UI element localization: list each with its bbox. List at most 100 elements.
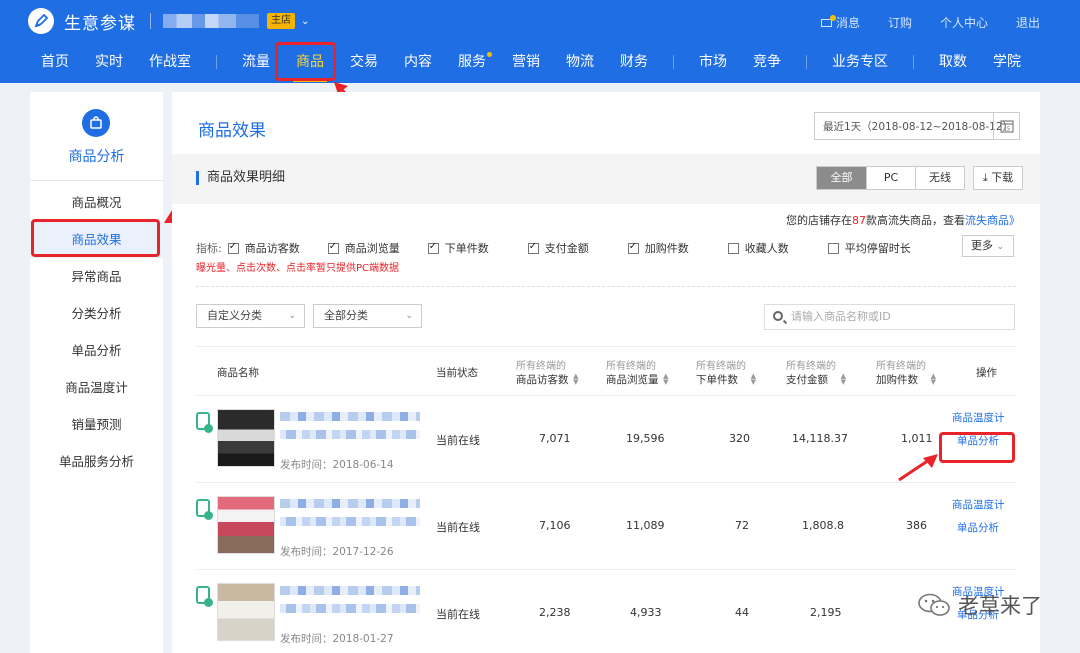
col-views[interactable]: 所有终端的 商品浏览量 ▲ ▼ [606,347,669,397]
col-sub-label: 所有终端的 [786,361,836,372]
product-thumbnail[interactable] [217,583,275,641]
visitors-cell: 7,071 [539,432,571,445]
col-visitors[interactable]: 所有终端的 商品访客数 ▲ ▼ [516,347,579,397]
metric-orders[interactable]: 下单件数 [427,240,528,256]
nav-business-zone[interactable]: 业务专区 [819,50,901,74]
calendar-icon[interactable]: 15 [993,113,1019,139]
date-range-picker[interactable]: 最近1天（2018-08-12~2018-08-12） 15 [814,112,1020,140]
nav-realtime[interactable]: 实时 [82,50,136,74]
col-orders[interactable]: 所有终端的 下单件数 ▲ ▼ [696,347,756,397]
lost-product-count: 87 [852,214,866,227]
col-operations-label: 操作 [976,366,997,379]
product-title-blurred[interactable] [280,499,420,508]
account-link[interactable]: 个人中心 [940,14,988,31]
product-title-blurred[interactable] [280,517,420,526]
sort-icon[interactable]: ▲ ▼ [931,373,936,386]
single-analysis-link[interactable]: 单品分析 [957,520,999,535]
carts-cell: 1,011 [901,432,933,445]
nav-service-label: 服务 [458,54,486,70]
sidebar-item-single-product[interactable]: 单品分析 [30,332,163,369]
terminal-all[interactable]: 全部 [817,167,866,189]
views-cell: 4,933 [630,606,662,619]
metric-avg-stay[interactable]: 平均停留时长 [827,240,928,256]
brand[interactable]: 生意参谋 主店 ⌄ [28,8,309,34]
product-title-blurred[interactable] [280,412,420,421]
shop-badge: 主店 [267,13,295,29]
thermometer-link[interactable]: 商品温度计 [952,497,1005,512]
more-metrics-button[interactable]: 更多 ⌄ [962,235,1014,257]
nav-war-room[interactable]: 作战室 [136,50,204,74]
main-panel: 商品效果 最近1天（2018-08-12~2018-08-12） 15 商品效果… [172,92,1040,653]
metric-visitors[interactable]: 商品访客数 [227,240,328,256]
all-category-select[interactable]: 全部分类 ⌄ [313,304,422,328]
nav-service[interactable]: 服务 [445,50,499,74]
nav-finance[interactable]: 财务 [607,50,661,74]
nav-trade[interactable]: 交易 [337,50,391,74]
product-search-input[interactable]: 请输入商品名称或ID [764,304,1015,330]
metric-favorites[interactable]: 收藏人数 [727,240,828,256]
nav-market[interactable]: 市场 [686,50,740,74]
sidebar-item-abnormal[interactable]: 异常商品 [30,258,163,295]
product-title-blurred[interactable] [280,430,420,439]
table-row: 发布时间：2017-12-26 当前在线 7,106 11,089 72 1,8… [196,484,1016,570]
sort-icon[interactable]: ▲ ▼ [573,373,578,386]
metric-views[interactable]: 商品浏览量 [327,240,428,256]
publish-time: 发布时间：2018-06-14 [280,459,394,471]
sidebar-item-category[interactable]: 分类分析 [30,295,163,332]
checkbox[interactable] [327,241,339,254]
nav-divider [216,55,217,69]
subscribe-link[interactable]: 订购 [888,14,912,31]
checkbox[interactable] [427,241,439,254]
search-placeholder: 请输入商品名称或ID [791,310,891,323]
col-product-name: 商品名称 [217,347,259,397]
col-amount[interactable]: 所有终端的 支付金额 ▲ ▼ [786,347,846,397]
col-status-label: 当前状态 [436,366,478,379]
annotation-box-single-analysis [939,432,1015,463]
lost-products-link[interactable]: 流失商品》 [965,214,1020,227]
messages-link[interactable]: 消息 [820,14,860,31]
sort-icon[interactable]: ▲ ▼ [751,373,756,386]
download-button[interactable]: ⤓ 下载 [973,166,1023,190]
visitors-cell: 2,238 [539,606,571,619]
sidebar-item-thermometer[interactable]: 商品温度计 [30,369,163,406]
checkbox[interactable] [527,241,539,254]
custom-category-select[interactable]: 自定义分类 ⌄ [196,304,305,328]
nav-marketing[interactable]: 营销 [499,50,553,74]
col-carts-label: 加购件数 [876,374,918,386]
checkbox[interactable] [727,242,739,254]
nav-logistics[interactable]: 物流 [553,50,607,74]
sort-icon[interactable]: ▲ ▼ [663,373,668,386]
checkbox[interactable] [227,241,239,254]
product-title-blurred[interactable] [280,604,420,613]
terminal-wireless[interactable]: 无线 [915,167,964,189]
orders-cell: 72 [735,519,749,532]
nav-home[interactable]: 首页 [28,50,82,74]
nav-academy[interactable]: 学院 [980,50,1034,74]
logout-link[interactable]: 退出 [1016,14,1040,31]
sidebar-item-service-analysis[interactable]: 单品服务分析 [30,443,163,480]
shop-name-blurred[interactable] [163,14,259,28]
col-orders-label: 下单件数 [696,374,738,386]
sidebar-item-overview[interactable]: 商品概况 [30,184,163,221]
nav-data-fetch[interactable]: 取数 [926,50,980,74]
nav-competition[interactable]: 竞争 [740,50,794,74]
metric-amount[interactable]: 支付金额 [527,240,628,256]
sidebar-item-sales-forecast[interactable]: 销量预测 [30,406,163,443]
terminal-pc[interactable]: PC [866,167,915,189]
thermometer-link[interactable]: 商品温度计 [952,410,1005,425]
metric-carts[interactable]: 加购件数 [627,240,728,256]
sort-icon[interactable]: ▲ ▼ [841,373,846,386]
nav-content[interactable]: 内容 [391,50,445,74]
product-thumbnail[interactable] [217,496,275,554]
metric-orders-label: 下单件数 [444,242,489,255]
checkbox[interactable] [827,242,839,254]
checkbox[interactable] [627,241,639,254]
nav-divider [913,55,914,69]
col-sub-label: 所有终端的 [516,361,566,372]
col-carts[interactable]: 所有终端的 加购件数 ▲ ▼ [876,347,936,397]
product-thumbnail[interactable] [217,409,275,467]
product-title-blurred[interactable] [280,586,420,595]
chevron-down-icon[interactable]: ⌄ [301,16,309,27]
metric-amount-label: 支付金额 [544,242,589,255]
section-header: 商品效果明细 全部 PC 无线 ⤓ 下载 [172,154,1040,204]
